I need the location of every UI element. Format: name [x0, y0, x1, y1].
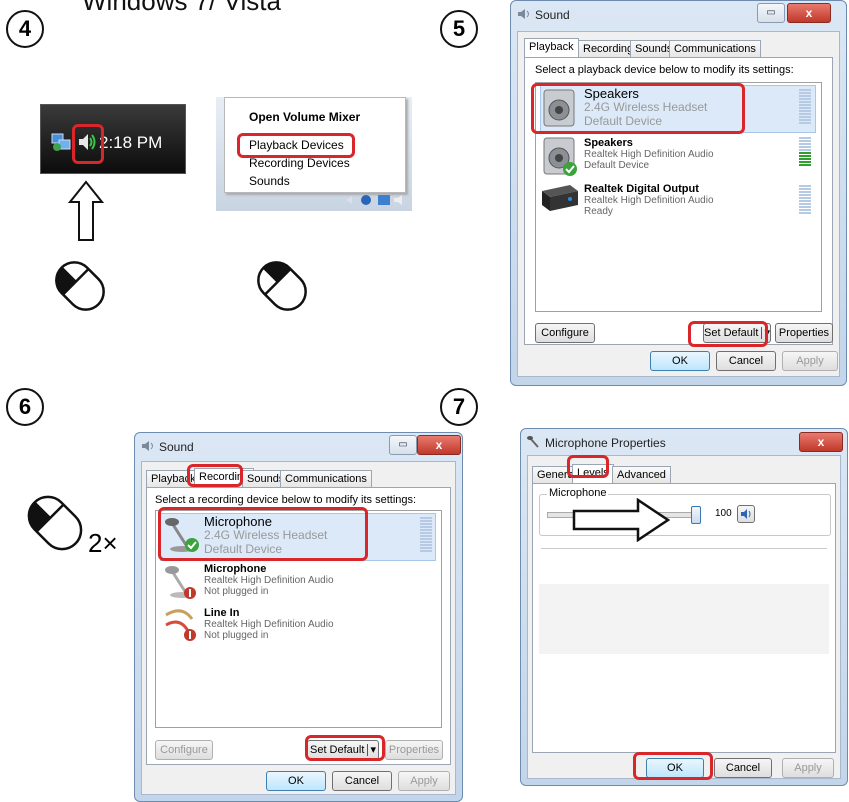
- tab-communications[interactable]: Communications: [280, 470, 372, 487]
- level-meter: [799, 185, 811, 215]
- device-name: Speakers: [584, 137, 633, 149]
- tab-advanced[interactable]: Advanced: [612, 466, 671, 483]
- page-title: Windows 7/ Vista: [82, 0, 281, 16]
- highlight-box: [567, 455, 609, 478]
- window-title: Microphone Properties: [545, 436, 666, 450]
- device-status: Not plugged in: [204, 586, 269, 597]
- microphone-properties-window: Microphone Properties x General Levels A…: [520, 428, 848, 786]
- close-button[interactable]: x: [787, 3, 831, 23]
- highlight-box: [237, 133, 355, 158]
- empty-panel: [539, 584, 829, 654]
- highlight-box: [688, 321, 768, 347]
- device-status: Not plugged in: [204, 630, 269, 641]
- speaker-icon: [142, 441, 153, 451]
- network-icon[interactable]: [51, 132, 73, 152]
- window-title: Sound: [159, 440, 194, 454]
- cancel-button[interactable]: Cancel: [714, 758, 772, 778]
- highlight-box: [633, 752, 713, 780]
- step-number-6: 6: [6, 388, 44, 426]
- taskbar: 2:18 PM: [40, 104, 186, 174]
- mute-button[interactable]: [737, 505, 755, 523]
- step-number-4: 4: [6, 10, 44, 48]
- speaker-icon: [741, 509, 751, 519]
- restore-button[interactable]: ▭: [389, 435, 417, 455]
- device-status: Ready: [584, 206, 613, 217]
- apply-button[interactable]: Apply: [782, 758, 834, 778]
- mouse-left-click-icon: [27, 495, 83, 551]
- microphone-device-icon: [165, 566, 196, 599]
- ok-button[interactable]: OK: [266, 771, 326, 791]
- highlight-box: [187, 464, 243, 487]
- device-name: Line In: [204, 607, 240, 619]
- highlight-box: [305, 735, 385, 761]
- menu-item-sounds[interactable]: Sounds: [249, 174, 290, 188]
- level-meter: [799, 137, 811, 167]
- mouse-left-click-icon: [55, 261, 105, 311]
- restore-button[interactable]: ▭: [757, 3, 785, 23]
- line-in-device-icon: [165, 609, 196, 641]
- tab-communications[interactable]: Communications: [669, 40, 761, 57]
- right-arrow-icon: [572, 498, 671, 542]
- ok-button[interactable]: OK: [650, 351, 710, 371]
- cancel-button[interactable]: Cancel: [716, 351, 776, 371]
- sound-window-playback: Sound ▭ x Playback Recording Sounds Comm…: [510, 0, 847, 386]
- speaker-device-icon: [543, 137, 577, 176]
- double-click-label: 2×: [88, 528, 118, 558]
- close-button[interactable]: x: [799, 432, 843, 452]
- divider: [541, 548, 827, 549]
- device-name: Microphone: [204, 563, 267, 575]
- level-value: 100: [715, 508, 732, 519]
- highlight-box: [72, 124, 104, 164]
- taskbar-clock: 2:18 PM: [99, 133, 163, 152]
- step-number-7: 7: [440, 388, 478, 426]
- sound-window-recording: Sound ▭ x Playback Recording Sounds Comm…: [134, 432, 463, 802]
- properties-button[interactable]: Properties: [385, 740, 443, 760]
- configure-button[interactable]: Configure: [155, 740, 213, 760]
- tray-icons: [346, 195, 402, 205]
- configure-button[interactable]: Configure: [535, 323, 595, 343]
- highlight-box: [158, 507, 368, 561]
- level-slider-thumb[interactable]: [691, 506, 701, 524]
- device-name: Realtek Digital Output: [584, 183, 699, 195]
- level-meter: [420, 517, 432, 553]
- level-meter: [799, 89, 811, 125]
- apply-button[interactable]: Apply: [398, 771, 450, 791]
- apply-button[interactable]: Apply: [782, 351, 838, 371]
- instruction-text: Select a recording device below to modif…: [155, 494, 417, 506]
- device-status: Default Device: [584, 160, 650, 171]
- window-title: Sound: [535, 8, 570, 22]
- digital-output-device-icon: [542, 185, 578, 211]
- tab-playback[interactable]: Playback: [524, 38, 579, 57]
- instruction-text: Select a playback device below to modify…: [535, 64, 794, 76]
- menu-item-recording-devices[interactable]: Recording Devices: [249, 156, 350, 170]
- microphone-icon: [527, 436, 539, 448]
- mouse-right-click-icon: [257, 261, 307, 311]
- highlight-box: [531, 83, 745, 134]
- close-button[interactable]: x: [417, 435, 461, 455]
- speaker-icon: [518, 9, 529, 19]
- menu-item-open-volume-mixer[interactable]: Open Volume Mixer: [249, 110, 360, 124]
- cancel-button[interactable]: Cancel: [332, 771, 392, 791]
- properties-button[interactable]: Properties: [775, 323, 833, 343]
- step-number-5: 5: [440, 10, 478, 48]
- up-arrow-icon: [68, 180, 104, 241]
